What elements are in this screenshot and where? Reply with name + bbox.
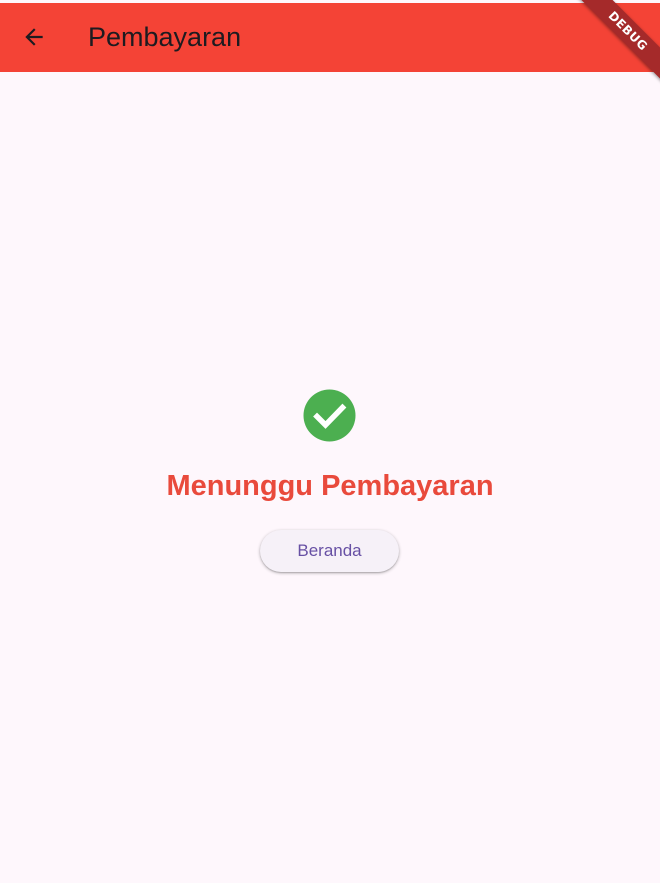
main-content: Menunggu Pembayaran Beranda bbox=[0, 72, 660, 883]
page-title: Pembayaran bbox=[88, 22, 242, 52]
check-circle-icon bbox=[303, 389, 356, 442]
home-button[interactable]: Beranda bbox=[260, 530, 399, 572]
status-title: Menunggu Pembayaran bbox=[166, 470, 494, 502]
back-button[interactable] bbox=[12, 15, 56, 59]
arrow-back-icon bbox=[25, 28, 43, 46]
app-bar: Pembayaran bbox=[0, 3, 660, 72]
payment-screen: Pembayaran DEBUG Menunggu Pembayaran Ber… bbox=[0, 0, 660, 883]
